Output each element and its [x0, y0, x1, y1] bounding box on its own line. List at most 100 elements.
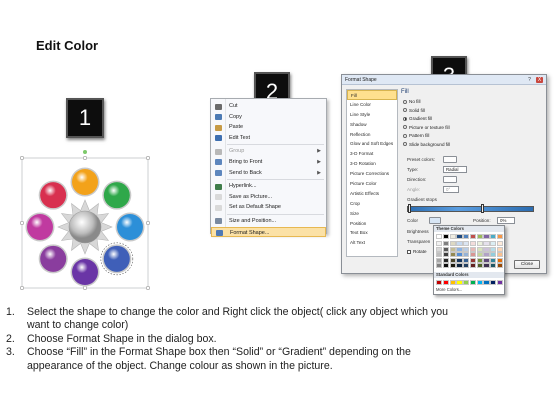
help-button[interactable]: ?	[526, 77, 533, 83]
nav-item[interactable]: Picture Color	[347, 179, 397, 189]
color-swatch[interactable]	[456, 252, 463, 258]
nav-item[interactable]: Text Box	[347, 228, 397, 238]
color-swatch[interactable]	[497, 241, 504, 246]
resize-handle[interactable]	[145, 155, 151, 161]
color-swatch[interactable]	[456, 234, 463, 239]
color-circle[interactable]	[72, 169, 98, 195]
color-swatch[interactable]	[449, 263, 456, 269]
menu-item[interactable]: Group ▶	[211, 146, 326, 157]
circle-diagram-svg[interactable]	[18, 150, 152, 292]
menu-item[interactable]: Paste	[211, 122, 326, 133]
color-swatch[interactable]	[476, 263, 483, 269]
close-button[interactable]: Close	[514, 260, 540, 269]
menu-item[interactable]: Bring to Front ▶	[211, 157, 326, 168]
resize-handle[interactable]	[19, 220, 25, 226]
color-swatch[interactable]	[436, 263, 443, 269]
nav-item[interactable]: Crop	[347, 199, 397, 209]
color-swatch[interactable]	[490, 241, 497, 246]
color-swatch[interactable]	[483, 241, 490, 246]
color-circle[interactable]	[40, 182, 67, 209]
color-swatch[interactable]	[497, 246, 504, 252]
radio-button[interactable]	[403, 108, 407, 112]
color-swatch[interactable]	[497, 257, 504, 263]
close-icon[interactable]: X	[536, 77, 543, 83]
color-swatch[interactable]	[483, 246, 490, 252]
color-swatch[interactable]	[469, 257, 477, 263]
color-swatch[interactable]	[442, 234, 449, 239]
nav-item[interactable]: Fill	[347, 90, 397, 100]
color-swatch[interactable]	[436, 246, 443, 252]
angle-input[interactable]: 0°	[443, 186, 459, 193]
color-swatch[interactable]	[463, 263, 470, 269]
menu-item[interactable]: Format Shape...	[211, 226, 326, 238]
color-swatch[interactable]	[436, 257, 443, 263]
color-swatch[interactable]	[497, 280, 504, 285]
rotate-checkbox[interactable]	[407, 249, 411, 254]
color-swatch[interactable]	[449, 252, 456, 258]
color-swatch[interactable]	[456, 263, 463, 269]
color-swatch[interactable]	[469, 241, 477, 246]
color-swatch[interactable]	[442, 252, 449, 258]
color-swatch[interactable]	[490, 257, 497, 263]
color-swatch[interactable]	[463, 246, 470, 252]
color-swatch[interactable]	[456, 257, 463, 263]
more-colors-link[interactable]: More Colors...	[436, 287, 462, 292]
color-swatch[interactable]	[463, 241, 470, 246]
color-swatch[interactable]	[476, 246, 483, 252]
color-swatch[interactable]	[490, 252, 497, 258]
color-swatch[interactable]	[469, 263, 477, 269]
radio-button[interactable]	[403, 116, 407, 121]
position-input[interactable]: 0%	[497, 217, 515, 224]
color-swatch[interactable]	[476, 257, 483, 263]
color-swatch[interactable]	[483, 263, 490, 269]
nav-item[interactable]: Glow and Soft Edges	[347, 139, 397, 149]
fill-option[interactable]: Pattern fill	[403, 133, 429, 138]
color-swatch[interactable]	[490, 280, 497, 285]
gradient-stop-handle[interactable]	[481, 204, 484, 213]
color-swatch[interactable]	[436, 241, 443, 246]
color-swatch[interactable]	[456, 241, 463, 246]
nav-item[interactable]: Position	[347, 219, 397, 229]
color-circle[interactable]	[72, 259, 98, 285]
fill-option[interactable]: Slide background fill	[403, 142, 450, 147]
color-swatch[interactable]	[456, 280, 463, 285]
nav-item[interactable]: Shadow	[347, 120, 397, 130]
menu-item[interactable]: Edit Text	[211, 133, 326, 144]
color-swatch[interactable]	[456, 246, 463, 252]
color-swatch[interactable]	[476, 280, 483, 285]
color-swatch[interactable]	[469, 252, 477, 258]
center-circle[interactable]	[68, 210, 102, 244]
gradient-stop-handle[interactable]	[408, 204, 411, 213]
nav-item[interactable]: Alt Text	[347, 238, 397, 248]
menu-item[interactable]: Set as Default Shape	[211, 202, 326, 213]
color-circle[interactable]	[103, 182, 130, 209]
color-swatch[interactable]	[497, 263, 504, 269]
fill-option[interactable]: Gradient fill	[403, 116, 432, 121]
color-swatch[interactable]	[490, 234, 497, 239]
color-swatch[interactable]	[469, 246, 477, 252]
resize-handle[interactable]	[19, 155, 25, 161]
resize-handle[interactable]	[82, 285, 88, 291]
nav-item[interactable]: Line Color	[347, 100, 397, 110]
menu-item[interactable]: Size and Position...	[211, 216, 326, 227]
nav-item[interactable]: Line Style	[347, 110, 397, 120]
color-swatch[interactable]	[483, 257, 490, 263]
type-select[interactable]: Radial	[443, 166, 467, 173]
menu-item[interactable]: Cut	[211, 101, 326, 112]
color-swatch[interactable]	[497, 234, 504, 239]
circle-diagram[interactable]	[18, 150, 152, 292]
nav-item[interactable]: Artistic Effects	[347, 189, 397, 199]
color-swatch[interactable]	[449, 257, 456, 263]
color-swatch[interactable]	[483, 280, 490, 285]
color-swatch[interactable]	[490, 263, 497, 269]
color-swatch[interactable]	[463, 234, 470, 239]
fill-option[interactable]: Picture or texture fill	[403, 125, 450, 130]
color-swatch[interactable]	[476, 234, 483, 239]
nav-item[interactable]: 3-D Rotation	[347, 159, 397, 169]
color-swatch[interactable]	[497, 252, 504, 258]
color-swatch[interactable]	[442, 246, 449, 252]
radio-button[interactable]	[403, 99, 407, 104]
color-dropdown[interactable]	[429, 217, 441, 224]
color-swatch[interactable]	[483, 252, 490, 258]
rotate-handle[interactable]	[83, 150, 87, 154]
